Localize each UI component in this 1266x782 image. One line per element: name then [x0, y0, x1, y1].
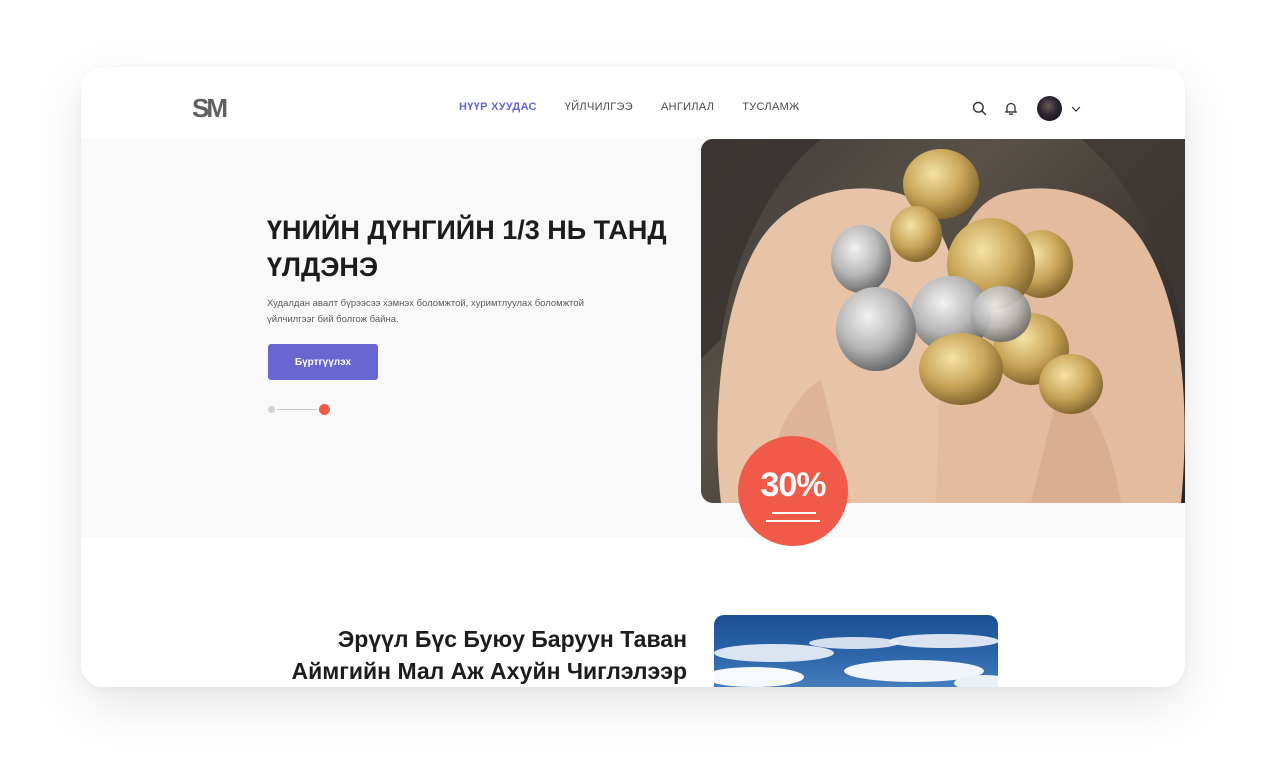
header-actions — [969, 96, 1086, 121]
sky-clouds-illustration — [714, 634, 998, 687]
hero-description: Худалдан авалт бүрээсээ хэмнэх боломжтой… — [267, 298, 584, 325]
discount-badge-text: 30% — [760, 466, 826, 504]
discount-badge: 30% — [738, 436, 848, 546]
chevron-down-icon[interactable] — [1066, 99, 1086, 119]
nav-item-categories[interactable]: АНГИЛАЛ — [661, 101, 714, 113]
slider-connector — [277, 409, 317, 410]
hero-title: ҮНИЙН ДҮНГИЙН 1/3 НЬ ТАНД ҮЛДЭНЭ — [267, 215, 667, 282]
section-image-sky — [714, 615, 998, 687]
search-icon[interactable] — [969, 99, 989, 119]
hero-slider-indicator — [268, 403, 330, 415]
logo[interactable]: SM — [192, 93, 228, 124]
app-window: SM НҮҮР ХУУДАС ҮЙЛЧИЛГЭЭ АНГИЛАЛ ТУСЛАМЖ… — [81, 67, 1185, 687]
register-button[interactable]: Бүртгүүлэх — [268, 344, 378, 380]
badge-underline — [772, 512, 816, 514]
nav-item-home[interactable]: НҮҮР ХУУДАС — [459, 101, 537, 113]
nav-item-help[interactable]: ТУСЛАМЖ — [742, 101, 799, 113]
top-navigation-bar: SM НҮҮР ХУУДАС ҮЙЛЧИЛГЭЭ АНГИЛАЛ ТУСЛАМЖ — [81, 67, 1185, 139]
section-title: Эрүүл Бүс Буюу Баруун Таван Аймгийн Мал … — [291, 626, 687, 684]
main-nav: НҮҮР ХУУДАС ҮЙЛЧИЛГЭЭ АНГИЛАЛ ТУСЛАМЖ — [459, 101, 828, 113]
badge-underline — [766, 520, 820, 522]
nav-item-services[interactable]: ҮЙЛЧИЛГЭЭ — [565, 101, 633, 113]
avatar[interactable] — [1037, 96, 1062, 121]
slider-dot-2-active[interactable] — [319, 404, 330, 415]
bell-icon[interactable] — [1001, 99, 1021, 119]
slider-dot-1[interactable] — [268, 406, 275, 413]
